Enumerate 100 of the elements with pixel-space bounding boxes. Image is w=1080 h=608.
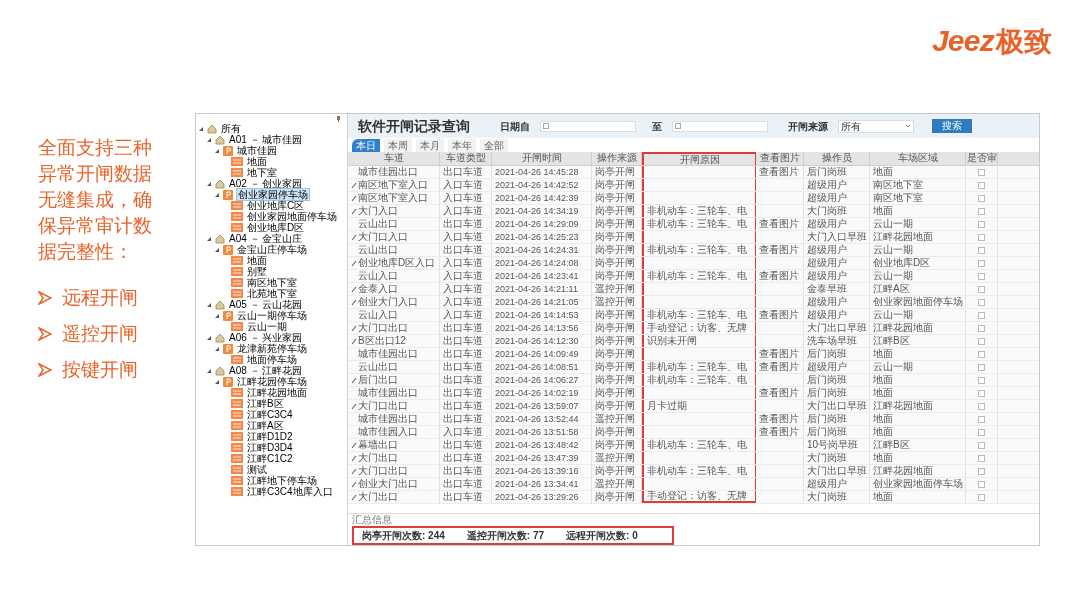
- search-button[interactable]: 搜索: [932, 119, 972, 133]
- tree-item[interactable]: 所有: [220, 123, 242, 134]
- review-checkbox[interactable]: [978, 168, 985, 176]
- review-checkbox[interactable]: [978, 272, 985, 280]
- review-checkbox[interactable]: [978, 480, 985, 488]
- table-cell: 入口车道: [440, 309, 492, 321]
- review-checkbox[interactable]: [978, 493, 985, 501]
- table-cell: 超级用户: [804, 296, 870, 308]
- tree-item[interactable]: A02 － 创业家园: [228, 178, 304, 189]
- tree-item[interactable]: 南区地下室: [246, 277, 298, 288]
- tree-item[interactable]: 地面停车场: [246, 354, 298, 365]
- expand-arrow-icon[interactable]: [198, 125, 204, 132]
- period-tab[interactable]: 本年: [448, 139, 476, 152]
- tree-item[interactable]: 创业家园地面停车场: [246, 211, 338, 222]
- date-to-field[interactable]: [672, 120, 768, 132]
- expand-arrow-icon[interactable]: [206, 235, 212, 242]
- expand-arrow-icon[interactable]: [214, 246, 220, 253]
- review-checkbox[interactable]: [978, 324, 985, 332]
- checkbox[interactable]: [675, 123, 681, 129]
- expand-arrow-icon[interactable]: [206, 334, 212, 341]
- expand-arrow-icon[interactable]: [206, 136, 212, 143]
- review-checkbox[interactable]: [978, 376, 985, 384]
- table-cell: 创业家园地面停车场: [870, 478, 966, 490]
- review-checkbox[interactable]: [978, 246, 985, 254]
- tree-item[interactable]: 创业地库D区: [246, 222, 306, 233]
- review-checkbox[interactable]: [978, 194, 985, 202]
- date-from-field[interactable]: [540, 120, 636, 132]
- review-checkbox[interactable]: [978, 454, 985, 462]
- review-checkbox[interactable]: [978, 441, 985, 449]
- pencil-icon: [351, 259, 357, 267]
- expand-arrow-icon[interactable]: [206, 367, 212, 374]
- review-checkbox[interactable]: [978, 285, 985, 293]
- tree-item[interactable]: 江畔C3C4: [246, 409, 294, 420]
- review-checkbox[interactable]: [978, 233, 985, 241]
- tree-item[interactable]: 云山一期停车场: [236, 310, 308, 321]
- review-checkbox[interactable]: [978, 402, 985, 410]
- tree-item[interactable]: A05 － 云山花园: [228, 299, 304, 310]
- expand-arrow-icon[interactable]: [206, 180, 212, 187]
- review-checkbox[interactable]: [978, 467, 985, 475]
- review-checkbox[interactable]: [978, 428, 985, 436]
- review-checkbox[interactable]: [978, 350, 985, 358]
- table-cell: 出口车道: [440, 452, 492, 464]
- tree-item[interactable]: 测试: [246, 464, 268, 475]
- period-tab[interactable]: 本周: [384, 139, 412, 152]
- tree-item[interactable]: 城市佳园: [236, 145, 278, 156]
- review-checkbox[interactable]: [978, 311, 985, 319]
- expand-arrow-icon[interactable]: [206, 301, 212, 308]
- table-cell: 2021-04-26 14:42:39: [492, 192, 592, 204]
- tree-item[interactable]: 北苑地下室: [246, 288, 298, 299]
- expand-arrow-icon[interactable]: [214, 378, 220, 385]
- tree-item[interactable]: 别墅: [246, 266, 268, 277]
- lane-name: 云山出口: [358, 244, 398, 256]
- pin-icon[interactable]: [336, 116, 341, 122]
- tree-item[interactable]: 江畔地下停车场: [246, 475, 318, 486]
- tree-item[interactable]: 江畔C3C4地库入口: [246, 486, 334, 497]
- review-checkbox[interactable]: [978, 415, 985, 423]
- tree-item[interactable]: A08 － 江畔花园: [228, 365, 304, 376]
- lane-name: 大门口入口: [358, 231, 408, 243]
- source-dropdown[interactable]: 所有: [838, 119, 914, 133]
- expand-arrow-icon[interactable]: [214, 147, 220, 154]
- table-cell: 云山一期: [870, 361, 966, 373]
- table-cell: 2021-04-26 14:14:53: [492, 309, 592, 321]
- tree-item[interactable]: 地面: [246, 156, 268, 167]
- expand-arrow-icon[interactable]: [214, 191, 220, 198]
- table-cell: 江畔花园地面: [870, 322, 966, 334]
- review-checkbox[interactable]: [978, 207, 985, 215]
- review-checkbox[interactable]: [978, 363, 985, 371]
- table-cell: 超级用户: [804, 478, 870, 490]
- tree-item[interactable]: 江畔A区: [246, 420, 285, 431]
- tree-item[interactable]: 江畔C1C2: [246, 453, 294, 464]
- tree-item[interactable]: A01 － 城市佳园: [228, 134, 304, 145]
- tree-item[interactable]: 云山一期: [246, 321, 288, 332]
- tree-item[interactable]: 江畔D1D2: [246, 431, 294, 442]
- review-checkbox[interactable]: [978, 337, 985, 345]
- period-tab[interactable]: 本日: [352, 139, 380, 152]
- tree-item[interactable]: 江畔D3D4: [246, 442, 294, 453]
- expand-arrow-icon[interactable]: [214, 312, 220, 319]
- review-checkbox[interactable]: [978, 389, 985, 397]
- review-checkbox[interactable]: [978, 259, 985, 267]
- table-cell: 大门入口早班: [804, 231, 870, 243]
- tree-item[interactable]: 地面: [246, 255, 268, 266]
- tree-item[interactable]: 金宝山庄停车场: [236, 244, 308, 255]
- tree-item[interactable]: 江畔B区: [246, 398, 285, 409]
- tree-item[interactable]: 江畔花园地面: [246, 387, 308, 398]
- period-tab[interactable]: 全部: [480, 139, 508, 152]
- review-checkbox[interactable]: [978, 220, 985, 228]
- tree-item[interactable]: A04 － 金宝山庄: [228, 233, 304, 244]
- expand-arrow-icon[interactable]: [214, 345, 220, 352]
- tree-item[interactable]: 地下室: [246, 167, 278, 178]
- tree-item[interactable]: 创业家园停车场: [236, 188, 310, 201]
- review-checkbox[interactable]: [978, 298, 985, 306]
- checkbox[interactable]: [543, 123, 549, 129]
- tree-item[interactable]: 江畔花园停车场: [236, 376, 308, 387]
- tree-item[interactable]: A06 － 兴业家园: [228, 332, 304, 343]
- period-tab[interactable]: 本月: [416, 139, 444, 152]
- review-checkbox[interactable]: [978, 181, 985, 189]
- tree-item[interactable]: 龙津新苑停车场: [236, 343, 308, 354]
- area-icon: [231, 432, 243, 441]
- area-icon: [231, 443, 243, 452]
- tree-item[interactable]: 创业地库C区: [246, 200, 306, 211]
